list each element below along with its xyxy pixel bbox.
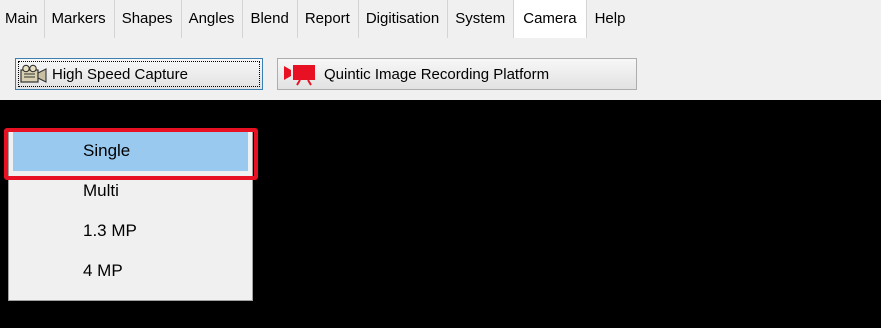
tab-markers[interactable]: Markers <box>43 0 114 38</box>
menu-tab-strip: Main Markers Shapes Angles Blend Report … <box>0 0 881 39</box>
camcorder-icon <box>20 64 48 84</box>
camera-toolbar: High Speed Capture Quintic Image Recordi… <box>0 38 881 100</box>
tab-report[interactable]: Report <box>296 0 358 38</box>
tab-digitisation[interactable]: Digitisation <box>357 0 447 38</box>
tab-system[interactable]: System <box>447 0 513 38</box>
tab-main[interactable]: Main <box>0 0 44 38</box>
video-camera-icon <box>282 62 320 86</box>
capture-mode-dropdown: Single Multi 1.3 MP 4 MP <box>8 128 253 301</box>
tab-blend[interactable]: Blend <box>242 0 296 38</box>
tab-shapes[interactable]: Shapes <box>113 0 181 38</box>
tab-camera[interactable]: Camera <box>513 0 587 39</box>
menu-item-4-mp[interactable]: 4 MP <box>11 251 250 291</box>
menu-item-multi[interactable]: Multi <box>11 171 250 211</box>
menu-item-single[interactable]: Single <box>13 131 248 171</box>
tab-angles[interactable]: Angles <box>180 0 243 38</box>
tab-help[interactable]: Help <box>587 0 634 38</box>
app-window: Main Markers Shapes Angles Blend Report … <box>0 0 881 328</box>
recording-platform-label: Quintic Image Recording Platform <box>324 65 550 83</box>
recording-platform-button[interactable]: Quintic Image Recording Platform <box>277 58 637 90</box>
high-speed-capture-button[interactable]: High Speed Capture <box>15 58 263 90</box>
menu-item-1-3-mp[interactable]: 1.3 MP <box>11 211 250 251</box>
high-speed-capture-label: High Speed Capture <box>52 65 188 83</box>
